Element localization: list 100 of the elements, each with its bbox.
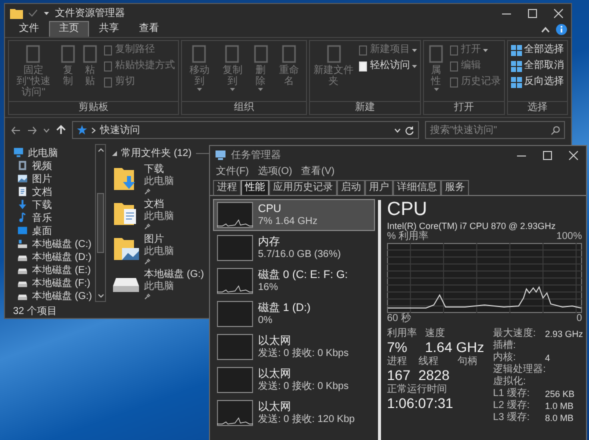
- scroll-thumb[interactable]: [97, 193, 104, 253]
- page-icon: [449, 76, 459, 88]
- resource-item[interactable]: 磁盘 1 (D:) 0%: [213, 298, 375, 330]
- monitor-icon: [215, 150, 226, 160]
- folder-name: 本地磁盘 (G:): [144, 269, 204, 280]
- resource-item[interactable]: 磁盘 0 (C: E: F: G: 16%: [213, 265, 375, 297]
- star-icon: [77, 125, 87, 135]
- resource-detail: 7% 1.64 GHz: [258, 216, 318, 228]
- resource-item[interactable]: 以太网 发送: 0 接收: 0 Kbps: [213, 331, 375, 363]
- forward-arrow-icon[interactable]: [27, 126, 37, 134]
- nav-item[interactable]: 本地磁盘 (D:): [13, 250, 95, 263]
- pin-icon[interactable]: [144, 258, 151, 265]
- ribbon-tab[interactable]: 文件: [9, 21, 49, 37]
- page-icon: [280, 44, 298, 64]
- breadcrumb-item[interactable]: 快速访问: [100, 123, 140, 137]
- ribbon-button[interactable]: 轻松访问: [357, 59, 418, 73]
- nav-item[interactable]: 本地磁盘 (F:): [13, 276, 95, 289]
- tab[interactable]: 服务: [441, 180, 469, 195]
- nav-item[interactable]: 文档: [13, 185, 95, 198]
- chevron-up-icon[interactable]: [541, 26, 550, 33]
- ribbon-tab[interactable]: 查看: [129, 21, 169, 37]
- menu-item[interactable]: 查看(V): [301, 166, 335, 178]
- resource-item[interactable]: 以太网 发送: 0 接收: 120 Kbp: [213, 397, 375, 429]
- up-arrow-icon[interactable]: [56, 125, 66, 135]
- folder-tile[interactable]: 下载 此电脑: [112, 164, 174, 195]
- nav-item[interactable]: 下载: [13, 198, 95, 211]
- tab[interactable]: 详细信息: [393, 180, 441, 195]
- pin-icon[interactable]: [144, 293, 151, 300]
- ribbon-button[interactable]: 全部选择: [510, 43, 565, 57]
- ribbon-tab[interactable]: 共享: [89, 21, 129, 37]
- scrollbar[interactable]: [378, 200, 381, 440]
- refresh-icon[interactable]: [405, 126, 414, 134]
- caret-icon: [258, 88, 264, 91]
- folder-tile[interactable]: 本地磁盘 (G:) 此电脑: [112, 269, 204, 300]
- axis-label: 0: [576, 313, 582, 325]
- nav-item[interactable]: 图片: [13, 172, 95, 185]
- maximize-icon: [542, 150, 552, 160]
- pin-icon[interactable]: [144, 223, 151, 230]
- folder-tile[interactable]: 图片 此电脑: [112, 234, 174, 265]
- folder-tile[interactable]: 文档 此电脑: [112, 199, 174, 230]
- folder-location: 此电脑: [144, 281, 174, 293]
- resource-detail: 0%: [258, 314, 274, 326]
- resource-name: 内存: [258, 236, 281, 248]
- menu-item[interactable]: 选项(O): [258, 166, 292, 178]
- resource-item[interactable]: 内存 5.7/16.0 GB (36%): [213, 232, 375, 264]
- nav-item[interactable]: 视频: [13, 159, 95, 172]
- address-bar[interactable]: 快速访问: [72, 121, 419, 139]
- page-icon: [190, 44, 208, 64]
- resource-item[interactable]: CPU 7% 1.64 GHz: [213, 199, 375, 231]
- resource-item[interactable]: 以太网 发送: 0 接收: 0 Kbps: [213, 364, 375, 396]
- nav-item[interactable]: 音乐: [13, 211, 95, 224]
- resource-name: CPU: [258, 202, 282, 216]
- resource-detail: 发送: 0 接收: 0 Kbps: [258, 380, 349, 392]
- tab[interactable]: 性能: [241, 180, 269, 195]
- nav-item[interactable]: 本地磁盘 (E:): [13, 263, 95, 276]
- chevron-down-icon[interactable]: [98, 294, 104, 298]
- ribbon-tab[interactable]: 主页: [49, 21, 89, 37]
- search-field[interactable]: 搜索"快速访问": [425, 121, 565, 139]
- page-icon: [102, 44, 113, 56]
- back-arrow-icon[interactable]: [11, 126, 21, 134]
- scrollbar[interactable]: [95, 144, 106, 302]
- drive-icon: [17, 238, 28, 249]
- stat-label: 进程: [387, 356, 408, 367]
- ribbon-button[interactable]: 全部取消: [510, 59, 565, 73]
- nav-item[interactable]: 桌面: [13, 224, 95, 237]
- ribbon-button[interactable]: 反向选择: [510, 75, 565, 89]
- folder-location: 此电脑: [144, 176, 174, 188]
- window-title: 文件资源管理器: [55, 6, 125, 20]
- spec-label: 逻辑处理器:: [493, 364, 545, 376]
- tab[interactable]: 进程: [213, 180, 241, 195]
- nav-label: 此电脑: [28, 146, 58, 160]
- tab[interactable]: 启动: [337, 180, 365, 195]
- tab[interactable]: 应用历史记录: [269, 180, 337, 195]
- search-icon[interactable]: [551, 126, 560, 135]
- group-label: 新建: [310, 101, 420, 114]
- menu-item[interactable]: 文件(F): [216, 166, 249, 178]
- tab[interactable]: 用户: [365, 180, 393, 195]
- nav-item[interactable]: 本地磁盘 (C:): [13, 237, 95, 250]
- page-icon: [24, 44, 42, 64]
- nav-label: 视频: [32, 160, 52, 172]
- page-icon: [80, 44, 99, 64]
- nav-label: 本地磁盘 (G:): [32, 290, 92, 302]
- chevron-up-icon[interactable]: [98, 148, 104, 152]
- processor-model: Intel(R) Core(TM) i7 CPU 870 @ 2.93GHz: [387, 221, 556, 231]
- collapse-triangle-icon[interactable]: [112, 150, 117, 156]
- resource-name: 磁盘 1 (D:): [258, 302, 311, 314]
- checkmark-icon[interactable]: [28, 8, 38, 18]
- resource-name: 以太网: [258, 400, 292, 414]
- page-icon: [58, 44, 77, 64]
- resource-name: 磁盘 0 (C: E: F: G:: [258, 268, 348, 282]
- spec-label: 最大速度:: [493, 328, 537, 340]
- pin-icon[interactable]: [144, 188, 151, 195]
- axis-label: % 利用率: [387, 231, 429, 243]
- group-label: 剪贴板: [9, 101, 178, 114]
- nav-item[interactable]: 此电脑: [13, 146, 95, 159]
- chevron-down-icon[interactable]: [43, 128, 50, 132]
- axis-label: 100%: [556, 231, 582, 243]
- section-header[interactable]: 常用文件夹 (12): [121, 146, 192, 160]
- document-icon: [17, 186, 28, 197]
- nav-item[interactable]: 本地磁盘 (G:): [13, 289, 95, 302]
